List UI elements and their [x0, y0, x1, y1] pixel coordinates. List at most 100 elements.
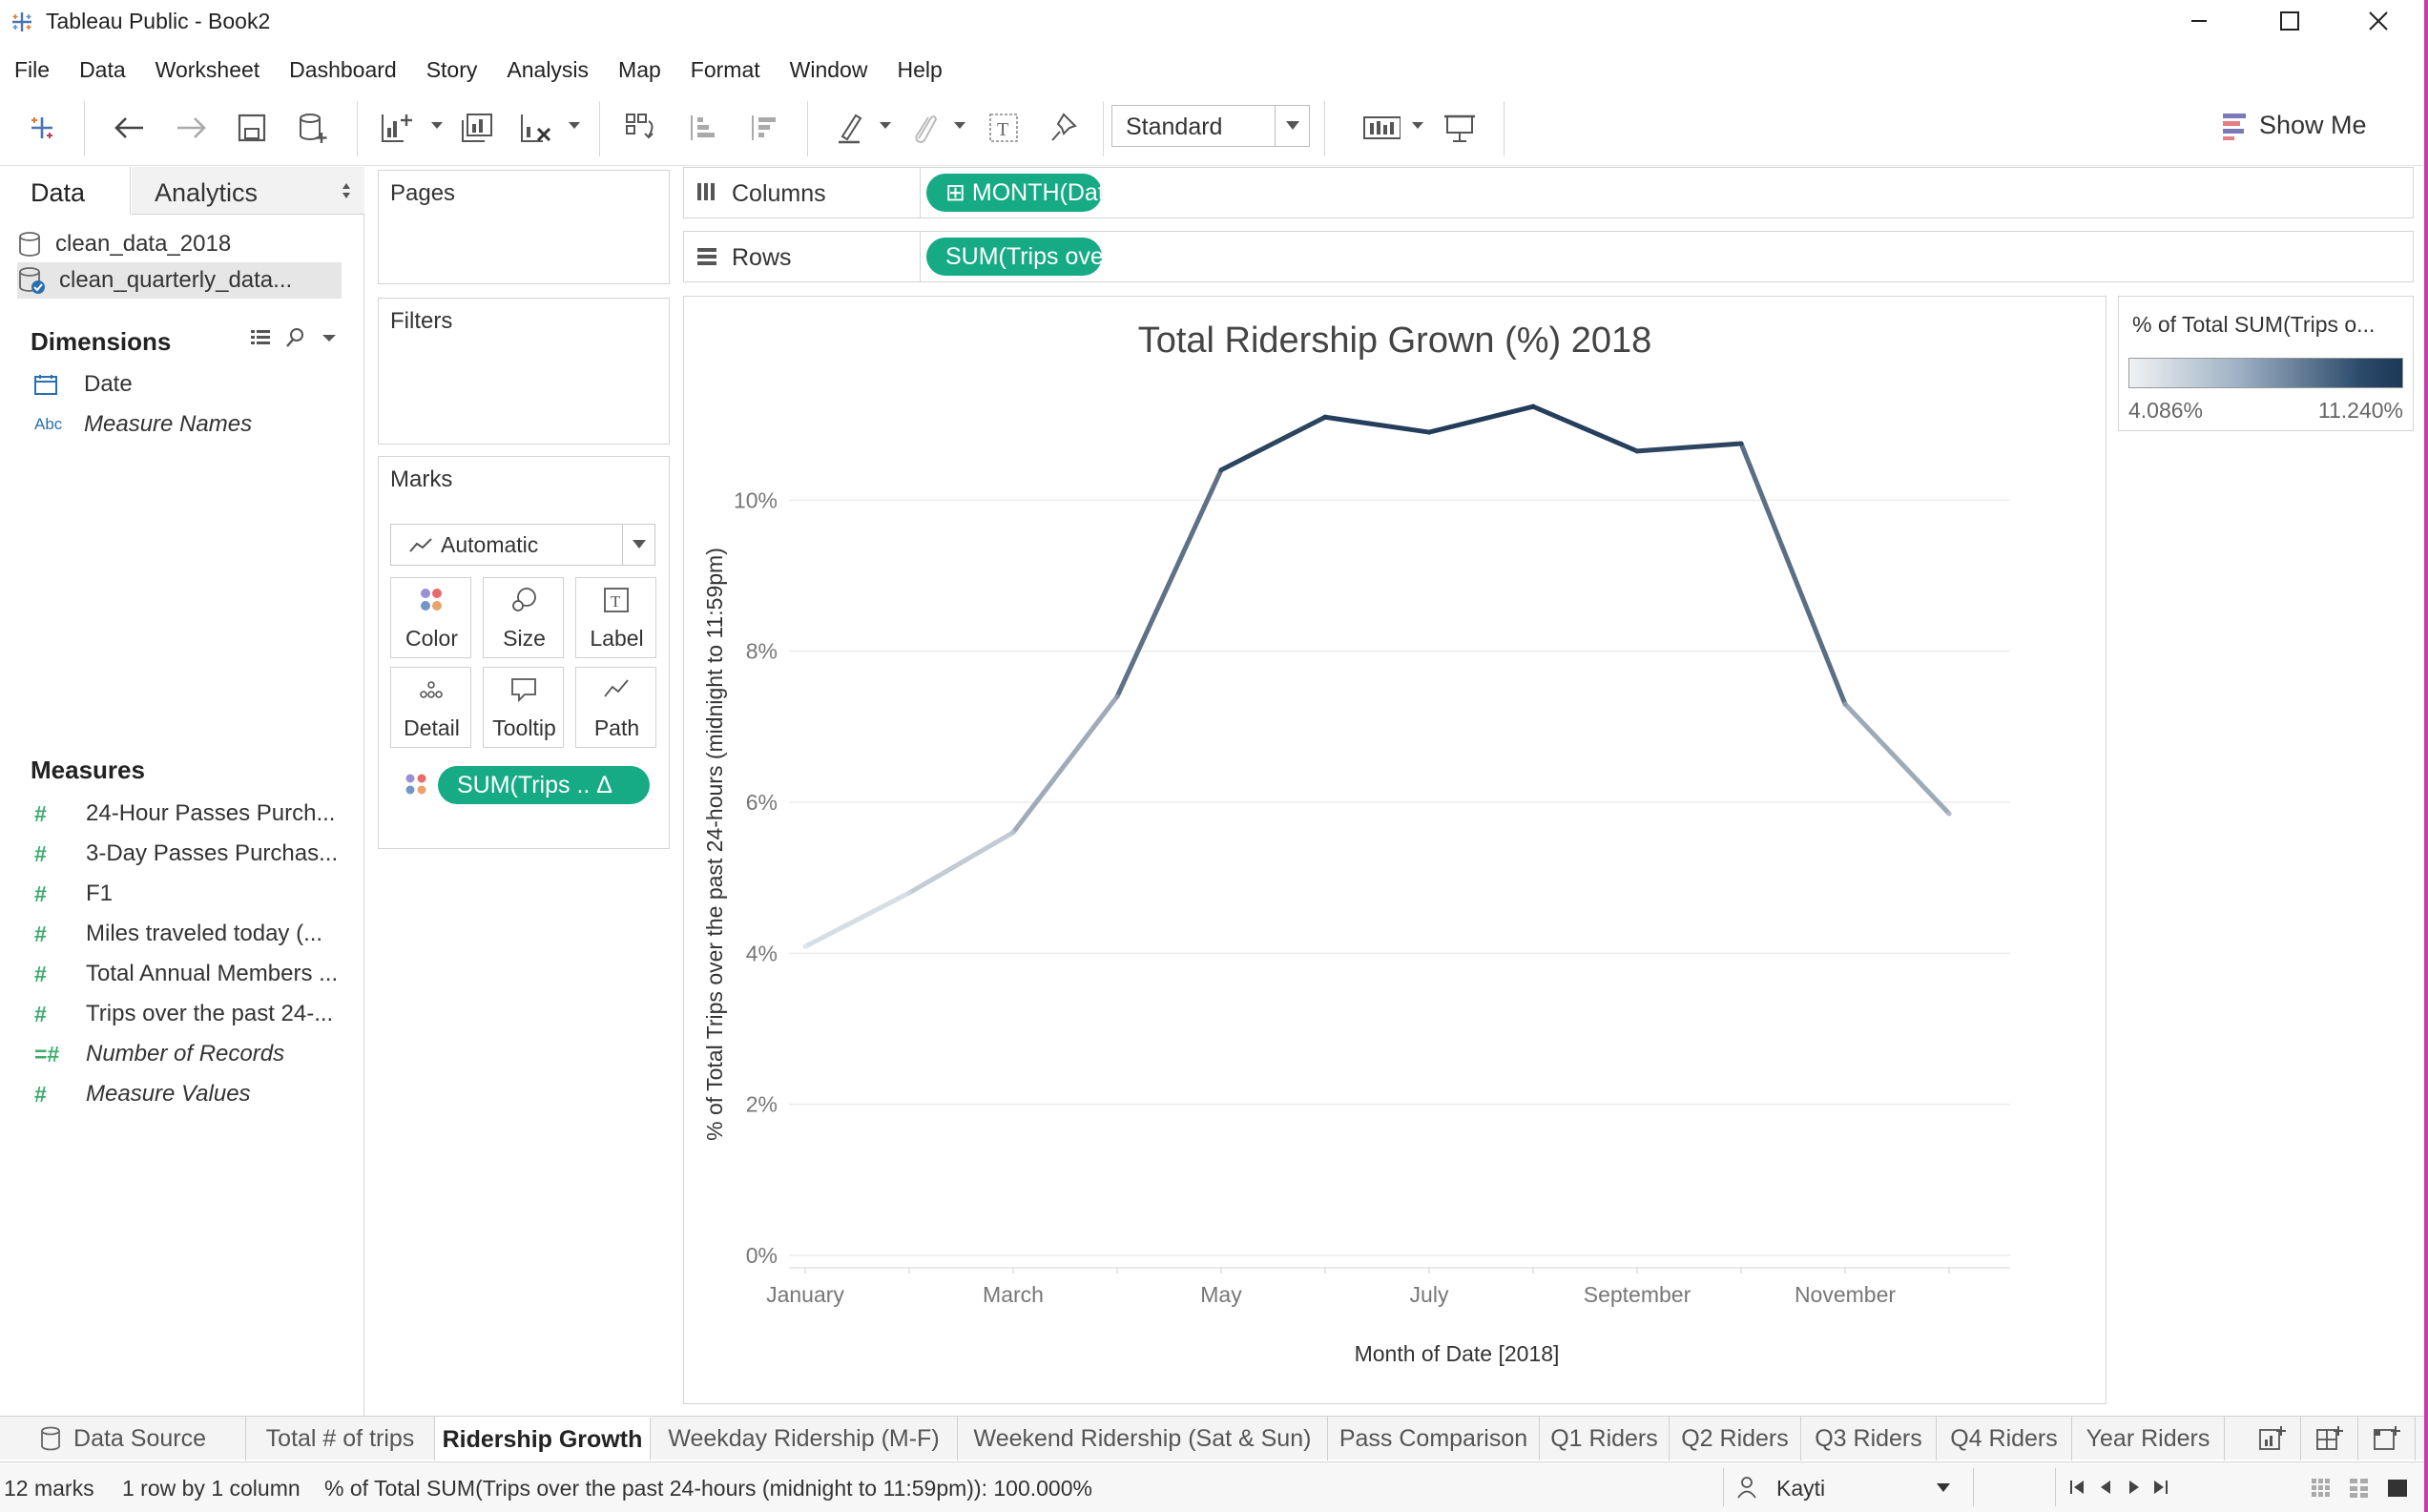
- sheet-tab[interactable]: Pass Comparison: [1328, 1417, 1540, 1460]
- group-members-icon[interactable]: [904, 109, 943, 147]
- menu-file[interactable]: File: [0, 52, 65, 90]
- tab-analytics[interactable]: Analytics: [132, 167, 364, 215]
- sheet-tab[interactable]: Q2 Riders: [1670, 1417, 1801, 1460]
- measure-item[interactable]: # Total Annual Members ...: [34, 957, 338, 991]
- show-cards-dropdown[interactable]: [1412, 122, 1423, 129]
- tableau-home-icon[interactable]: [23, 109, 61, 147]
- columns-pill[interactable]: ⊞ MONTH(Date): [926, 174, 1102, 212]
- marks-color-pill[interactable]: SUM(Trips .. Δ: [438, 766, 650, 804]
- chevron-down-icon[interactable]: [622, 525, 654, 565]
- menu-format[interactable]: Format: [676, 52, 776, 90]
- new-dashboard-icon[interactable]: [2301, 1417, 2358, 1460]
- last-sheet-icon[interactable]: [2150, 1478, 2169, 1497]
- maximize-button[interactable]: [2261, 4, 2318, 38]
- undo-back-icon[interactable]: [111, 109, 149, 147]
- columns-icon: [697, 183, 715, 200]
- sort-ascending-icon[interactable]: [683, 109, 721, 147]
- next-sheet-icon[interactable]: [2124, 1478, 2143, 1497]
- columns-shelf[interactable]: Columns ⊞ MONTH(Date): [683, 167, 2414, 218]
- redo-forward-icon[interactable]: [172, 109, 210, 147]
- measure-item[interactable]: # F1: [34, 877, 113, 911]
- measures-title: Measures: [31, 756, 145, 784]
- measure-item[interactable]: # Trips over the past 24-...: [34, 997, 333, 1031]
- view-canvas[interactable]: Total Ridership Grown (%) 2018 0% 2% 4% 6% 8%…: [683, 296, 2106, 1404]
- new-datasource-icon[interactable]: [294, 109, 332, 147]
- search-icon[interactable]: [284, 327, 305, 348]
- new-worksheet-icon[interactable]: [378, 109, 416, 147]
- marks-label-button[interactable]: T Label: [575, 577, 656, 658]
- marks-detail-button[interactable]: Detail: [390, 667, 471, 748]
- menu-dashboard[interactable]: Dashboard: [275, 52, 412, 90]
- marks-color-button[interactable]: Color: [390, 577, 471, 658]
- measure-item[interactable]: # Miles traveled today (...: [34, 917, 322, 951]
- show-sheet-sorter-icon[interactable]: [2349, 1478, 2370, 1499]
- show-tabs-icon[interactable]: [2387, 1478, 2408, 1499]
- duplicate-sheet-icon[interactable]: [458, 109, 496, 147]
- line-mark-icon: [409, 538, 432, 552]
- clear-sheet-icon[interactable]: [517, 109, 555, 147]
- minimize-button[interactable]: [2170, 4, 2228, 38]
- show-cards-icon[interactable]: [1362, 109, 1401, 147]
- datasource-item-selected[interactable]: clean_quarterly_data...: [17, 262, 342, 299]
- sheet-tab[interactable]: Weekday Ridership (M-F): [651, 1417, 958, 1460]
- sheet-tab[interactable]: Q1 Riders: [1540, 1417, 1670, 1460]
- marks-path-button[interactable]: Path: [575, 667, 656, 748]
- list-view-icon[interactable]: [250, 327, 271, 348]
- sheet-tab[interactable]: Q4 Riders: [1937, 1417, 2072, 1460]
- database-icon: [41, 1426, 60, 1451]
- chevron-down-icon[interactable]: [319, 327, 340, 348]
- sheet-tab[interactable]: Year Riders: [2072, 1417, 2225, 1460]
- rows-pill[interactable]: SUM(Trips over th.. Δ: [926, 238, 1102, 276]
- fix-axes-pin-icon[interactable]: [1046, 109, 1084, 147]
- rows-shelf[interactable]: Rows SUM(Trips over th.. Δ: [683, 231, 2414, 282]
- menu-story[interactable]: Story: [412, 52, 493, 90]
- save-icon[interactable]: [233, 109, 271, 147]
- marks-tooltip-button[interactable]: Tooltip: [483, 667, 564, 748]
- mark-type-select[interactable]: Automatic: [390, 524, 655, 566]
- sheet-tab[interactable]: Weekend Ridership (Sat & Sun): [958, 1417, 1328, 1460]
- previous-sheet-icon[interactable]: [2097, 1478, 2116, 1497]
- menu-worksheet[interactable]: Worksheet: [141, 52, 276, 90]
- new-worksheet-dropdown[interactable]: [431, 122, 443, 129]
- new-story-icon[interactable]: [2358, 1417, 2416, 1460]
- menu-analysis[interactable]: Analysis: [492, 52, 604, 90]
- measure-item[interactable]: #24-Hour Passes Purch...: [34, 797, 335, 831]
- x-axis-title: Month of Date [2018]: [1355, 1341, 1560, 1366]
- menu-data[interactable]: Data: [65, 52, 141, 90]
- dimension-item[interactable]: Abc Measure Names: [34, 407, 252, 442]
- sheet-tab-active[interactable]: Ridership Growth: [435, 1417, 651, 1460]
- status-user[interactable]: Kayti: [1776, 1476, 1825, 1502]
- first-sheet-icon[interactable]: [2068, 1478, 2087, 1497]
- sheet-tab[interactable]: Total # of trips: [246, 1417, 435, 1460]
- menu-window[interactable]: Window: [776, 52, 883, 90]
- presentation-mode-icon[interactable]: [1441, 109, 1479, 147]
- chevron-down-icon[interactable]: [1937, 1483, 1950, 1493]
- filters-shelf[interactable]: Filters: [378, 298, 670, 445]
- menu-help[interactable]: Help: [882, 52, 957, 90]
- tab-data[interactable]: Data: [0, 167, 131, 215]
- fit-mode-select[interactable]: Standard: [1111, 105, 1310, 147]
- swap-rows-columns-icon[interactable]: [622, 109, 660, 147]
- measure-item[interactable]: #3-Day Passes Purchas...: [34, 837, 338, 871]
- show-me-button[interactable]: Show Me: [2223, 111, 2367, 140]
- dimension-item[interactable]: Date: [34, 367, 133, 402]
- sort-descending-icon[interactable]: [744, 109, 782, 147]
- chevron-down-icon[interactable]: [1275, 106, 1309, 146]
- close-button[interactable]: [2350, 4, 2407, 38]
- datasource-item[interactable]: clean_data_2018: [17, 226, 231, 262]
- menu-map[interactable]: Map: [604, 52, 676, 90]
- new-worksheet-icon[interactable]: [2244, 1417, 2301, 1460]
- pages-shelf[interactable]: Pages: [378, 170, 670, 284]
- sheet-tab[interactable]: Q3 Riders: [1801, 1417, 1937, 1460]
- highlight-dropdown[interactable]: [880, 122, 891, 129]
- show-filmstrip-icon[interactable]: [2311, 1478, 2332, 1499]
- highlight-icon[interactable]: [832, 109, 870, 147]
- color-legend[interactable]: % of Total SUM(Trips o... 4.086% 11.240%: [2118, 296, 2414, 431]
- group-members-dropdown[interactable]: [954, 122, 965, 129]
- show-mark-labels-icon[interactable]: T: [985, 109, 1023, 147]
- measure-item[interactable]: # Measure Values: [34, 1077, 251, 1111]
- clear-sheet-dropdown[interactable]: [569, 122, 580, 129]
- tab-data-source[interactable]: Data Source: [0, 1417, 246, 1460]
- measure-item[interactable]: =# Number of Records: [34, 1037, 284, 1071]
- marks-size-button[interactable]: Size: [483, 577, 564, 658]
